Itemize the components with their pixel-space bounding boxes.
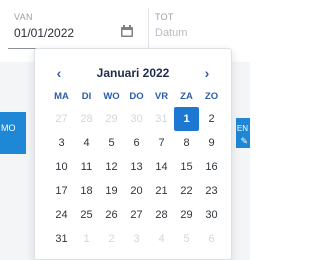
from-date-field[interactable]: VAN 01/01/2022 bbox=[8, 8, 138, 49]
day-cell[interactable]: 16 bbox=[199, 155, 224, 179]
weekday-label: ZA bbox=[180, 91, 193, 102]
day-cell[interactable]: 29 bbox=[174, 203, 199, 227]
day-cell[interactable]: 29 bbox=[99, 107, 124, 131]
day-cell[interactable]: 31 bbox=[49, 227, 74, 251]
to-date-placeholder[interactable]: Datum bbox=[155, 27, 187, 39]
day-cell[interactable]: 3 bbox=[124, 227, 149, 251]
day-cell[interactable]: 2 bbox=[199, 107, 224, 131]
day-cell[interactable]: 15 bbox=[174, 155, 199, 179]
day-cell[interactable]: 25 bbox=[74, 203, 99, 227]
day-cell[interactable]: 22 bbox=[174, 179, 199, 203]
calendar-icon[interactable] bbox=[120, 24, 134, 38]
day-cell[interactable]: 18 bbox=[74, 179, 99, 203]
day-cell[interactable]: 14 bbox=[149, 155, 174, 179]
day-cell[interactable]: 17 bbox=[49, 179, 74, 203]
day-cell[interactable]: 28 bbox=[149, 203, 174, 227]
day-cell[interactable]: 7 bbox=[149, 131, 174, 155]
day-cell[interactable]: 6 bbox=[124, 131, 149, 155]
to-date-field[interactable]: TOT Datum bbox=[148, 8, 251, 48]
from-date-value[interactable]: 01/01/2022 bbox=[14, 26, 74, 40]
to-date-label: TOT bbox=[155, 12, 174, 22]
weekday-label: VR bbox=[154, 91, 169, 102]
edit-icon: ✎ bbox=[240, 136, 248, 146]
day-cell[interactable]: 5 bbox=[174, 227, 199, 251]
day-cell[interactable]: 27 bbox=[124, 203, 149, 227]
day-cell[interactable]: 11 bbox=[74, 155, 99, 179]
day-cell[interactable]: 20 bbox=[124, 179, 149, 203]
day-cell[interactable]: 6 bbox=[199, 227, 224, 251]
weekday-label: MA bbox=[54, 91, 69, 102]
day-cell[interactable]: 24 bbox=[49, 203, 74, 227]
weekday-label: ZO bbox=[204, 91, 219, 102]
day-cell[interactable]: 27 bbox=[49, 107, 74, 131]
background-tile-left bbox=[0, 112, 26, 154]
day-cell[interactable]: 23 bbox=[199, 179, 224, 203]
day-cell[interactable]: 1 bbox=[74, 227, 99, 251]
day-cell[interactable]: 3 bbox=[49, 131, 74, 155]
background-tile-right-label: EN bbox=[236, 124, 248, 133]
weekday-label: DO bbox=[129, 91, 144, 102]
weekday-header: MA DI WO DO VR ZA ZO bbox=[49, 91, 225, 105]
day-cell[interactable]: 8 bbox=[174, 131, 199, 155]
day-cell[interactable]: 21 bbox=[149, 179, 174, 203]
day-cell[interactable]: 26 bbox=[99, 203, 124, 227]
weekday-label: DI bbox=[81, 91, 92, 102]
from-date-label: VAN bbox=[14, 12, 33, 22]
day-cell-selected[interactable]: 1 bbox=[174, 107, 199, 131]
day-cell[interactable]: 31 bbox=[149, 107, 174, 131]
day-cell[interactable]: 9 bbox=[199, 131, 224, 155]
day-cell[interactable]: 4 bbox=[74, 131, 99, 155]
day-grid: 27 28 29 30 31 1 2 3 4 5 6 7 8 9 10 11 12 13 14 15 16 17 18 19 2… bbox=[49, 107, 225, 251]
day-cell[interactable]: 30 bbox=[199, 203, 224, 227]
day-cell[interactable]: 12 bbox=[99, 155, 124, 179]
day-cell[interactable]: 4 bbox=[149, 227, 174, 251]
background-tile-left-label: MO bbox=[1, 123, 16, 133]
datepicker-popup: ‹ Januari 2022 › MA DI WO DO VR ZA ZO 27… bbox=[34, 48, 232, 260]
day-cell[interactable]: 2 bbox=[99, 227, 124, 251]
day-cell[interactable]: 10 bbox=[49, 155, 74, 179]
day-cell[interactable]: 5 bbox=[99, 131, 124, 155]
day-cell[interactable]: 28 bbox=[74, 107, 99, 131]
weekday-label: WO bbox=[103, 91, 120, 102]
day-cell[interactable]: 30 bbox=[124, 107, 149, 131]
day-cell[interactable]: 19 bbox=[99, 179, 124, 203]
next-month-button[interactable]: › bbox=[199, 65, 215, 81]
day-cell[interactable]: 13 bbox=[124, 155, 149, 179]
